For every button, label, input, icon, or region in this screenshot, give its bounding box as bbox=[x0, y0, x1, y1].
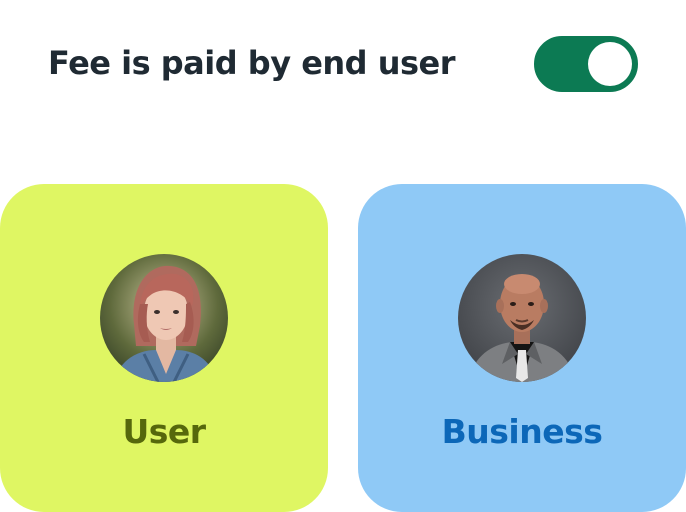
fee-setting-label: Fee is paid by end user bbox=[48, 44, 456, 82]
user-card-label: User bbox=[122, 412, 206, 451]
user-avatar-image bbox=[100, 254, 228, 382]
business-card-label: Business bbox=[441, 412, 603, 451]
business-card[interactable]: Business bbox=[358, 184, 686, 512]
fee-setting-row: Fee is paid by end user bbox=[48, 34, 638, 94]
toggle-knob bbox=[588, 42, 632, 86]
fee-toggle-switch[interactable] bbox=[534, 36, 638, 92]
user-card[interactable]: User bbox=[0, 184, 328, 512]
business-avatar bbox=[458, 254, 586, 382]
business-avatar-image bbox=[458, 254, 586, 382]
user-avatar bbox=[100, 254, 228, 382]
